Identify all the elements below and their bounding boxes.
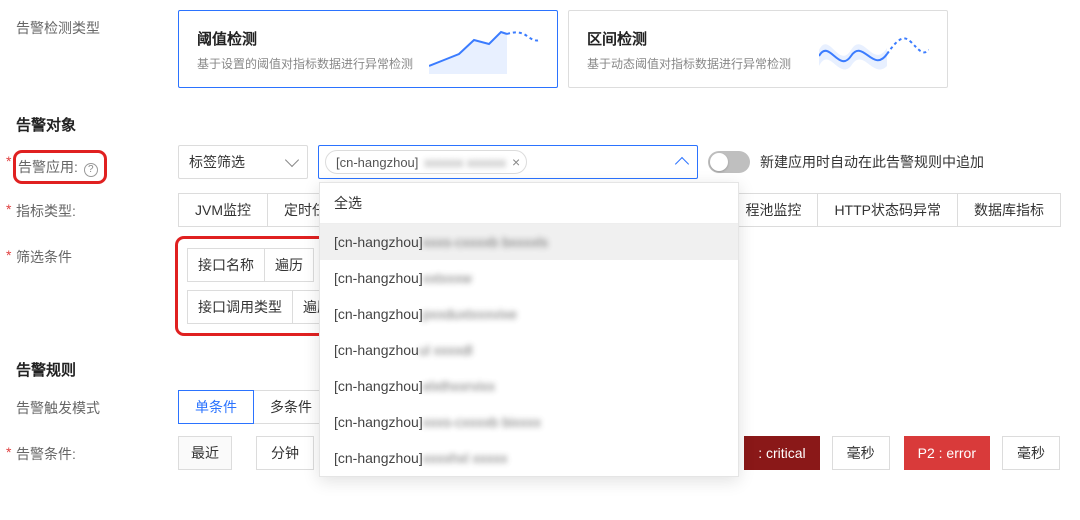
recent-button[interactable]: 最近 [178, 436, 232, 470]
chip-remove-icon[interactable]: × [512, 154, 520, 170]
dropdown-item[interactable]: [cn-hangzhou]xxxs-cxxxxb bxxxxls [320, 224, 738, 260]
metric-tab-http[interactable]: HTTP状态码异常 [817, 193, 958, 227]
range-chart-icon [819, 26, 929, 74]
detection-type-label: 告警检测类型 [0, 10, 178, 38]
ms-unit-1[interactable]: 毫秒 [832, 436, 890, 470]
alarm-app-label-cell: 告警应用: ? [0, 145, 178, 181]
ms-unit-2[interactable]: 毫秒 [1002, 436, 1060, 470]
filter-name-value[interactable]: 遍历 [264, 248, 314, 282]
chevron-down-icon [285, 153, 299, 167]
filter-calltype-label: 接口调用类型 [187, 290, 292, 324]
metric-tab-jvm[interactable]: JVM监控 [178, 193, 268, 227]
dropdown-item[interactable]: [cn-hangzhou]xxxxhxl xxxxx [320, 440, 738, 476]
detection-card-threshold[interactable]: 阈值检测 基于设置的阈值对指标数据进行异常检测 [178, 10, 558, 88]
help-icon[interactable]: ? [84, 163, 98, 177]
filter-name-label: 接口名称 [187, 248, 264, 282]
alarm-app-label: 告警应用: [18, 159, 78, 175]
auto-add-toggle[interactable] [708, 151, 750, 173]
card-title: 阈值检测 [197, 28, 413, 49]
trigger-mode-label: 告警触发模式 [0, 390, 178, 418]
threshold-chart-icon [429, 26, 539, 74]
metric-type-label: 指标类型: [0, 193, 178, 221]
trigger-tab-single[interactable]: 单条件 [178, 390, 254, 424]
dropdown-item[interactable]: [cn-hangzhou]pxxduxtxxxvixe [320, 296, 738, 332]
dropdown-item[interactable]: [cn-hangzhou]xxtxxxw [320, 260, 738, 296]
dropdown-item[interactable]: [cn-hangzhou]xxxs-cxxxxb bixxxx [320, 404, 738, 440]
section-alarm-target: 告警对象 [0, 94, 1080, 139]
metric-tab-db[interactable]: 数据库指标 [957, 193, 1061, 227]
dropdown-item[interactable]: [cn-hangzhouul xxxxdl [320, 332, 738, 368]
dropdown-item[interactable]: [cn-hangzhou]elxthxxrvixx [320, 368, 738, 404]
tag-filter-select[interactable]: 标签筛选 [178, 145, 308, 179]
card-subtitle: 基于设置的阈值对指标数据进行异常检测 [197, 55, 413, 72]
filter-cond-label: 筛选条件 [0, 239, 178, 267]
minute-unit[interactable]: 分钟 [256, 436, 314, 470]
alarm-cond-label: 告警条件: [0, 436, 178, 464]
card-subtitle: 基于动态阈值对指标数据进行异常检测 [587, 55, 791, 72]
severity-critical[interactable]: : critical [744, 436, 819, 470]
trigger-tab-multi[interactable]: 多条件 [253, 390, 329, 424]
selected-app-chip[interactable]: [cn-hangzhou]xxxxxx xxxxxx × [325, 150, 527, 174]
card-title: 区间检测 [587, 28, 791, 49]
alarm-app-combobox[interactable]: [cn-hangzhou]xxxxxx xxxxxx × 全选 [cn-hang… [318, 145, 698, 179]
app-dropdown-panel: 全选 [cn-hangzhou]xxxs-cxxxxb bxxxxls [cn-… [319, 182, 739, 477]
chevron-up-icon [675, 157, 689, 171]
severity-error[interactable]: P2 : error [904, 436, 990, 470]
dropdown-select-all[interactable]: 全选 [320, 183, 738, 224]
metric-tab-threadpool[interactable]: 程池监控 [728, 193, 818, 227]
auto-add-label: 新建应用时自动在此告警规则中追加 [760, 152, 984, 172]
detection-card-range[interactable]: 区间检测 基于动态阈值对指标数据进行异常检测 [568, 10, 948, 88]
